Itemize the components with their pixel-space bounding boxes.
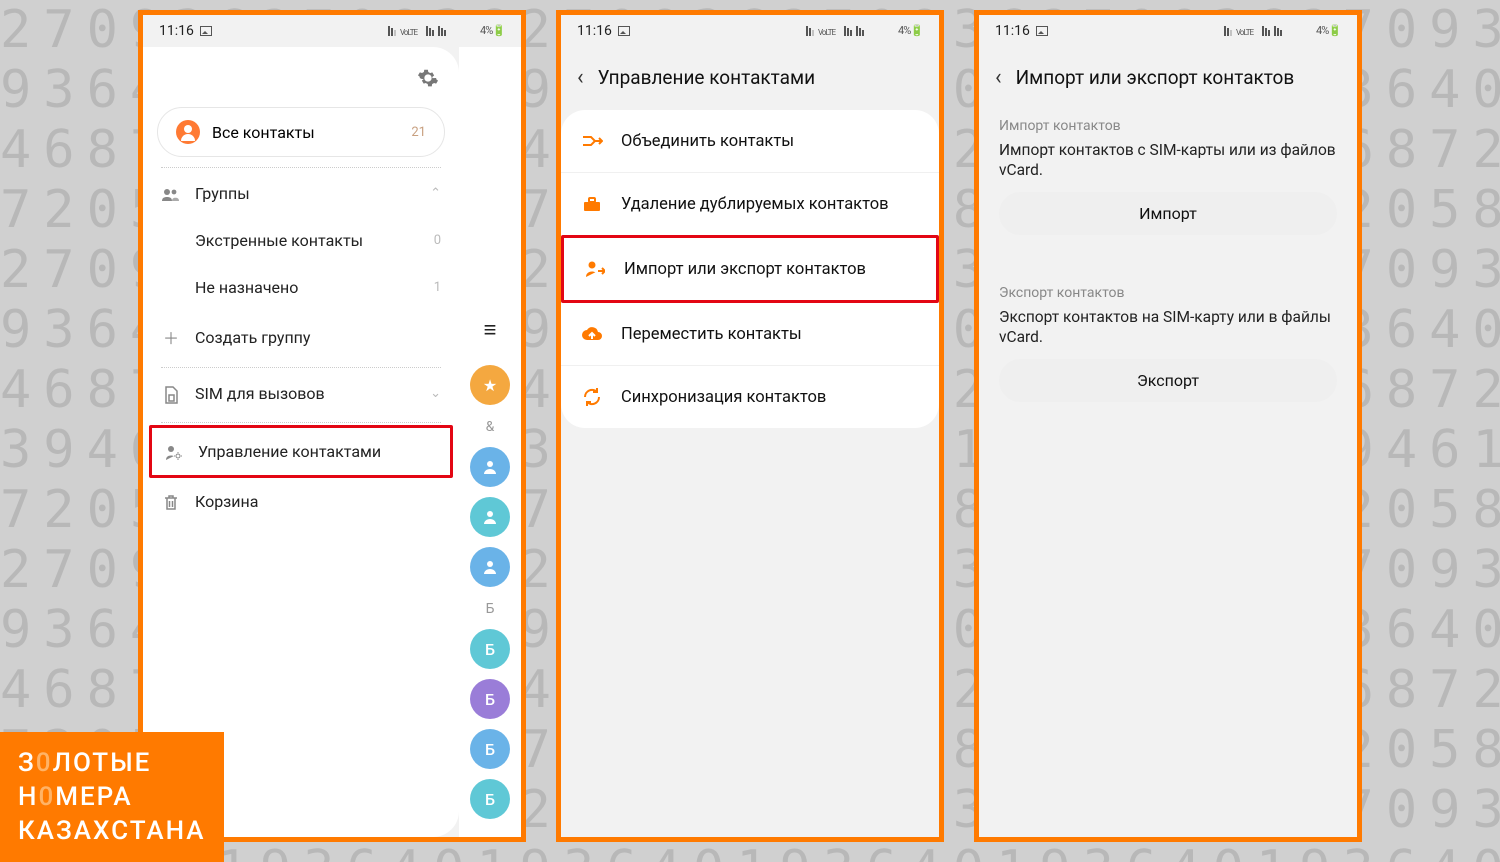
export-section: Экспорт контактов Экспорт контактов на S… bbox=[979, 277, 1357, 426]
svg-text:VoLTE: VoLTE bbox=[818, 28, 836, 37]
page-header: ‹ Импорт или экспорт контактов bbox=[979, 47, 1357, 110]
sync-icon bbox=[581, 386, 603, 408]
toolbox-icon bbox=[581, 193, 603, 215]
status-bar: 11:16 VoLTE 4%🔋 bbox=[143, 15, 521, 47]
phone-3: 11:16 VoLTE 4%🔋 ‹ Импорт или экспорт кон… bbox=[974, 10, 1362, 842]
contacts-list-peek: ≡ ★ & Б Б Б Б Б bbox=[459, 47, 521, 837]
emergency-count: 0 bbox=[434, 233, 441, 248]
unassigned-count: 1 bbox=[434, 280, 441, 295]
all-contacts-label: Все контакты bbox=[212, 123, 315, 142]
import-export-label: Импорт или экспорт контактов bbox=[624, 260, 866, 279]
sync-contacts-row[interactable]: Синхронизация контактов bbox=[561, 365, 939, 428]
gear-icon[interactable] bbox=[417, 67, 439, 89]
separator bbox=[161, 367, 441, 368]
dedupe-label: Удаление дублируемых контактов bbox=[621, 195, 889, 214]
contact-avatar[interactable]: Б bbox=[470, 629, 510, 669]
page-title: Управление контактами bbox=[598, 66, 815, 89]
sim-icon bbox=[161, 384, 181, 404]
contact-avatar[interactable] bbox=[470, 547, 510, 587]
import-export-highlight: Импорт или экспорт контактов bbox=[561, 235, 939, 303]
all-contacts-chip[interactable]: Все контакты 21 bbox=[157, 107, 445, 157]
import-section-title: Импорт контактов bbox=[999, 118, 1337, 134]
separator bbox=[161, 422, 441, 423]
back-icon[interactable]: ‹ bbox=[995, 65, 1002, 90]
create-group-row[interactable]: ＋ Создать группу bbox=[143, 311, 459, 363]
trash-row[interactable]: Корзина bbox=[143, 478, 459, 525]
chevron-down-icon: ⌄ bbox=[430, 386, 441, 401]
import-section-desc: Импорт контактов с SIM-карты или из файл… bbox=[999, 140, 1337, 180]
status-time: 11:16 bbox=[159, 23, 194, 39]
chevron-up-icon: ⌃ bbox=[430, 186, 441, 201]
import-button[interactable]: Импорт bbox=[999, 192, 1337, 235]
manage-contacts-label: Управление контактами bbox=[198, 442, 381, 461]
person-arrow-icon bbox=[584, 258, 606, 280]
emergency-contacts-row[interactable]: Экстренные контакты 0 bbox=[143, 217, 459, 264]
contact-avatar[interactable]: Б bbox=[470, 729, 510, 769]
move-contacts-row[interactable]: Переместить контакты bbox=[561, 303, 939, 365]
manage-contacts-highlight: Управление контактами bbox=[149, 425, 453, 478]
back-icon[interactable]: ‹ bbox=[577, 65, 584, 90]
person-icon bbox=[176, 120, 200, 144]
status-time: 11:16 bbox=[995, 23, 1030, 39]
page-header: ‹ Управление контактами bbox=[561, 47, 939, 110]
page-title: Импорт или экспорт контактов bbox=[1016, 66, 1295, 89]
trash-label: Корзина bbox=[195, 492, 258, 511]
sim-label: SIM для вызовов bbox=[195, 384, 325, 403]
status-icons-right: VoLTE 4%🔋 bbox=[1224, 24, 1341, 38]
status-bar: 11:16 VoLTE 4%🔋 bbox=[979, 15, 1357, 47]
groups-label: Группы bbox=[195, 184, 250, 203]
emergency-label: Экстренные контакты bbox=[195, 231, 363, 250]
status-icons-right: VoLTE 4%🔋 bbox=[806, 24, 923, 38]
contact-avatar[interactable]: Б bbox=[470, 779, 510, 819]
unassigned-row[interactable]: Не назначено 1 bbox=[143, 264, 459, 311]
export-button[interactable]: Экспорт bbox=[999, 359, 1337, 402]
import-section: Импорт контактов Импорт контактов с SIM-… bbox=[979, 110, 1357, 259]
import-export-row[interactable]: Импорт или экспорт контактов bbox=[564, 238, 936, 300]
screenshot-icon bbox=[618, 26, 630, 36]
cloud-up-icon bbox=[581, 323, 603, 345]
phone-2: 11:16 VoLTE 4%🔋 ‹ Управление контактами … bbox=[556, 10, 944, 842]
plus-icon: ＋ bbox=[161, 325, 181, 349]
merge-icon bbox=[581, 130, 603, 152]
dedupe-contacts-row[interactable]: Удаление дублируемых контактов bbox=[561, 172, 939, 235]
hamburger-icon[interactable]: ≡ bbox=[484, 317, 497, 343]
unassigned-label: Не назначено bbox=[195, 278, 298, 297]
sync-label: Синхронизация контактов bbox=[621, 388, 826, 407]
svg-text:VoLTE: VoLTE bbox=[1236, 28, 1254, 37]
screenshot-icon bbox=[200, 26, 212, 36]
all-contacts-count: 21 bbox=[411, 125, 426, 140]
contact-avatar[interactable]: Б bbox=[470, 679, 510, 719]
trash-icon bbox=[161, 492, 181, 511]
merge-contacts-row[interactable]: Объединить контакты bbox=[561, 110, 939, 172]
status-bar: 11:16 VoLTE 4%🔋 bbox=[561, 15, 939, 47]
separator bbox=[161, 167, 441, 168]
contacts-drawer: Все контакты 21 Группы ⌃ Экстренные конт… bbox=[143, 47, 459, 837]
phone-1: 11:16 VoLTE 4%🔋 ≡ ★ & Б Б Б Б Б bbox=[138, 10, 526, 842]
status-icons-right: VoLTE 4%🔋 bbox=[388, 24, 505, 38]
person-gear-icon bbox=[164, 442, 184, 461]
manage-contacts-row[interactable]: Управление контактами bbox=[152, 428, 450, 475]
status-time: 11:16 bbox=[577, 23, 612, 39]
move-label: Переместить контакты bbox=[621, 325, 802, 344]
contact-avatar[interactable] bbox=[470, 447, 510, 487]
screenshot-icon bbox=[1036, 26, 1048, 36]
svg-text:VoLTE: VoLTE bbox=[400, 28, 418, 37]
contact-avatar[interactable] bbox=[470, 497, 510, 537]
export-section-desc: Экспорт контактов на SIM-карту или в фай… bbox=[999, 307, 1337, 347]
export-section-title: Экспорт контактов bbox=[999, 285, 1337, 301]
phones-row: 11:16 VoLTE 4%🔋 ≡ ★ & Б Б Б Б Б bbox=[0, 0, 1500, 842]
merge-label: Объединить контакты bbox=[621, 132, 794, 151]
favorites-bubble[interactable]: ★ bbox=[470, 365, 510, 405]
index-letter-amp: & bbox=[486, 419, 495, 435]
create-group-label: Создать группу bbox=[195, 328, 310, 347]
people-icon bbox=[161, 184, 181, 203]
manage-list: Объединить контакты Удаление дублируемых… bbox=[561, 110, 939, 428]
groups-row[interactable]: Группы ⌃ bbox=[143, 170, 459, 217]
watermark-logo: З0ЛОТЫЕ Н0МЕРА КАЗАХСТАНА bbox=[0, 732, 224, 862]
index-letter-b: Б bbox=[486, 601, 495, 617]
sim-row[interactable]: SIM для вызовов ⌄ bbox=[143, 370, 459, 418]
